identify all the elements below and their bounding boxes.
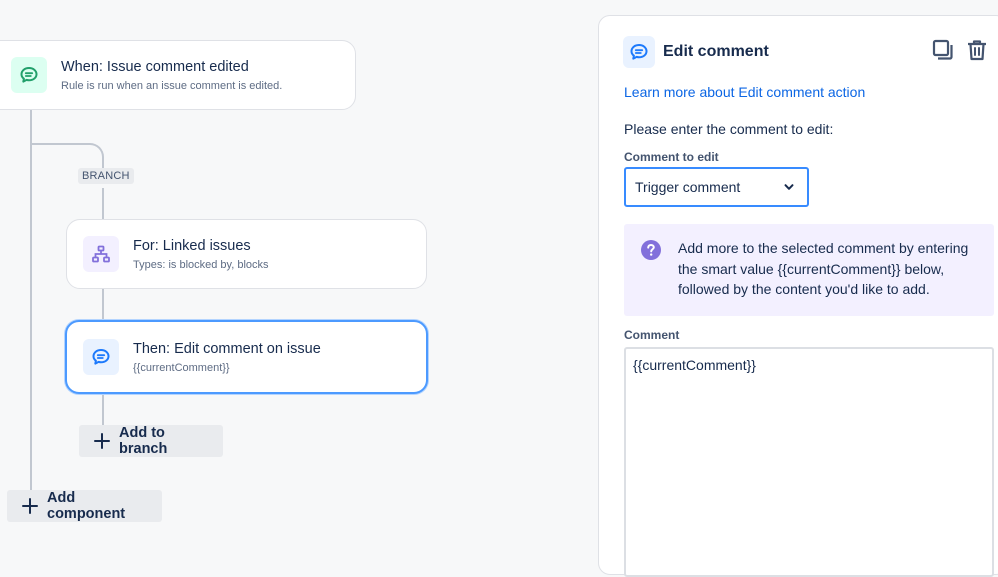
comment-textarea[interactable]: {{currentComment}} bbox=[624, 347, 994, 577]
comment-to-edit-select[interactable]: Trigger comment bbox=[624, 167, 809, 207]
question-circle-icon bbox=[640, 239, 662, 302]
comment-to-edit-value: Trigger comment bbox=[635, 179, 741, 195]
trigger-card[interactable]: When: Issue comment edited Rule is run w… bbox=[0, 40, 356, 110]
comment-to-edit-label: Comment to edit bbox=[624, 150, 719, 164]
panel-title: Edit comment bbox=[663, 43, 769, 60]
action-subtitle: {{currentComment}} bbox=[133, 361, 230, 374]
duplicate-icon[interactable] bbox=[931, 38, 955, 62]
comment-label: Comment bbox=[624, 328, 680, 342]
branch-connector-line-1 bbox=[102, 188, 104, 220]
info-message: Add more to the selected comment by ente… bbox=[624, 224, 994, 316]
action-title: Then: Edit comment on issue bbox=[133, 340, 321, 357]
add-component-button[interactable]: Add component bbox=[7, 490, 162, 522]
config-panel: Edit comment Learn more about Edit comme… bbox=[598, 15, 998, 577]
branch-subtitle: Types: is blocked by, blocks bbox=[133, 258, 269, 271]
edit-prompt: Please enter the comment to edit: bbox=[624, 121, 834, 137]
learn-more-link[interactable]: Learn more about Edit comment action bbox=[624, 84, 865, 100]
branch-title: For: Linked issues bbox=[133, 237, 251, 254]
action-card[interactable]: Then: Edit comment on issue {{currentCom… bbox=[65, 320, 428, 394]
branch-connector-line-3 bbox=[102, 393, 104, 426]
trigger-subtitle: Rule is run when an issue comment is edi… bbox=[61, 79, 283, 92]
add-to-branch-label: Add to branch bbox=[119, 425, 168, 457]
comment-icon bbox=[11, 57, 47, 93]
panel-actions bbox=[931, 38, 989, 62]
branch-connector-line-2 bbox=[102, 288, 104, 321]
trash-icon[interactable] bbox=[965, 38, 989, 62]
info-text: Add more to the selected comment by ente… bbox=[678, 240, 969, 297]
add-to-branch-button[interactable]: Add to branch bbox=[79, 425, 223, 457]
trigger-title: When: Issue comment edited bbox=[61, 58, 249, 75]
chevron-down-icon bbox=[783, 181, 795, 193]
comment-icon bbox=[83, 339, 119, 375]
branch-card[interactable]: For: Linked issues Types: is blocked by,… bbox=[66, 219, 427, 289]
comment-icon bbox=[623, 36, 655, 68]
rule-canvas: When: Issue comment edited Rule is run w… bbox=[0, 0, 598, 555]
branch-tag: BRANCH bbox=[78, 168, 134, 184]
plus-icon bbox=[21, 497, 39, 515]
hierarchy-icon bbox=[83, 236, 119, 272]
plus-icon bbox=[93, 432, 111, 450]
panel-header: Edit comment bbox=[623, 36, 769, 68]
add-component-label: Add component bbox=[47, 490, 126, 522]
